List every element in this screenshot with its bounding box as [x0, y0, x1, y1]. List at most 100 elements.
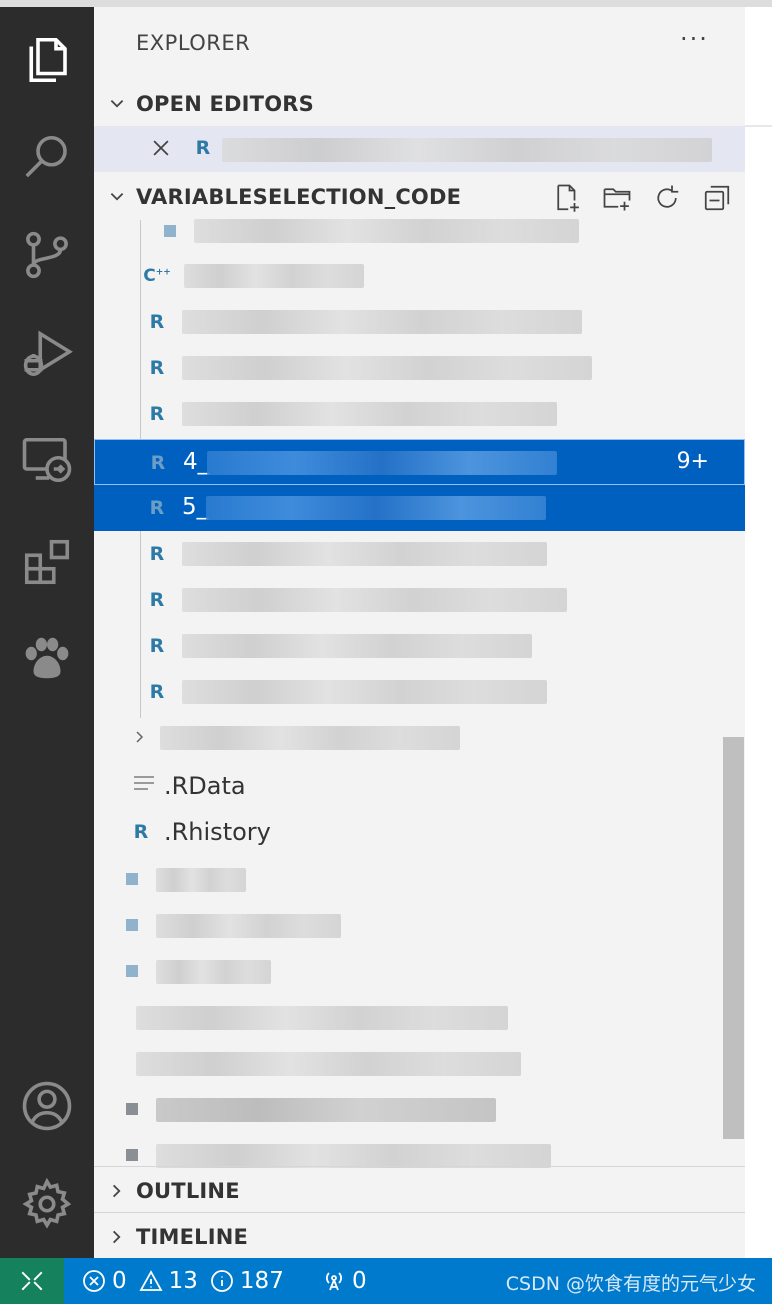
redacted-filename — [194, 219, 579, 243]
status-bar: 0 13 187 0 CSDN @饮食有度的元气少女 — [0, 1258, 772, 1304]
file-row[interactable] — [94, 903, 745, 949]
section-divider — [94, 1212, 745, 1213]
open-editor-item[interactable]: R — [94, 126, 745, 172]
redacted-filename — [182, 356, 592, 380]
redacted-filename — [156, 1144, 551, 1168]
file-icon — [164, 225, 176, 237]
r-file-icon: R — [149, 589, 165, 611]
project-toolbar — [549, 180, 735, 216]
redacted-filename — [182, 634, 532, 658]
explorer-sidebar: EXPLORER ··· OPEN EDITORS R VARIABLESELE… — [94, 7, 745, 1258]
file-row-rdata[interactable]: .RData — [94, 764, 745, 810]
file-row[interactable]: R — [94, 531, 745, 577]
activity-run-debug[interactable] — [0, 309, 94, 399]
more-actions-button[interactable]: ··· — [680, 25, 709, 53]
file-row[interactable] — [94, 1041, 745, 1087]
project-folder-label: VARIABLESELECTION_CODE — [136, 185, 462, 209]
file-icon — [126, 873, 138, 885]
file-row[interactable]: R — [94, 391, 745, 437]
activity-source-control[interactable] — [0, 210, 94, 300]
redacted-filename — [222, 138, 712, 162]
file-row[interactable] — [94, 212, 745, 246]
file-row[interactable] — [94, 1087, 745, 1133]
file-row[interactable]: C++ — [94, 253, 745, 299]
account-icon — [22, 1081, 72, 1131]
redacted-filename — [182, 588, 567, 612]
error-icon — [83, 1270, 105, 1292]
new-file-button[interactable] — [549, 180, 585, 216]
file-row[interactable]: R — [94, 577, 745, 623]
new-file-icon — [557, 184, 579, 212]
r-file-icon: R — [150, 452, 166, 474]
r-file-icon: R — [149, 543, 165, 565]
redacted-filename — [182, 310, 582, 334]
redacted-filename — [206, 496, 546, 520]
redacted-filename — [182, 680, 547, 704]
activity-paw[interactable] — [0, 613, 94, 703]
r-file-icon: R — [195, 137, 211, 159]
folder-row[interactable] — [94, 715, 745, 761]
chevron-down-icon — [110, 192, 124, 201]
refresh-button[interactable] — [649, 180, 685, 216]
section-divider — [94, 1166, 745, 1167]
file-row[interactable] — [94, 995, 745, 1041]
explorer-scrollbar-thumb[interactable] — [723, 737, 744, 1139]
info-icon — [211, 1270, 233, 1292]
explorer-title: EXPLORER — [136, 31, 251, 55]
file-row[interactable]: R — [94, 345, 745, 391]
chevron-right-icon — [136, 731, 144, 743]
new-folder-icon — [603, 188, 631, 211]
settings-gear-icon — [22, 1177, 72, 1229]
refresh-icon — [657, 185, 679, 208]
redacted-filename — [184, 264, 364, 288]
ports-status[interactable]: 0 — [322, 1258, 367, 1304]
redacted-filename — [207, 451, 557, 475]
file-row-rhistory[interactable]: R .Rhistory — [94, 810, 745, 856]
window-top-strip — [0, 0, 772, 7]
file-row[interactable]: R — [94, 669, 745, 715]
new-folder-button[interactable] — [599, 180, 635, 216]
source-control-icon — [26, 231, 68, 279]
files-icon — [29, 37, 67, 83]
timeline-header[interactable]: TIMELINE — [94, 1217, 745, 1257]
file-icon — [126, 1149, 138, 1161]
file-row[interactable] — [94, 949, 745, 995]
activity-settings[interactable] — [0, 1159, 94, 1249]
collapse-all-button[interactable] — [699, 180, 735, 216]
file-name-prefix: 4_ — [183, 449, 210, 475]
cpp-file-icon: C++ — [143, 266, 171, 286]
r-file-icon: R — [149, 497, 165, 519]
redacted-filename — [156, 1098, 496, 1122]
remote-indicator-button[interactable] — [0, 1258, 64, 1304]
redacted-foldername — [160, 726, 460, 750]
file-name: .RData — [164, 772, 246, 800]
activity-explorer[interactable] — [0, 15, 94, 105]
chevron-right-icon — [112, 1230, 121, 1244]
outline-header[interactable]: OUTLINE — [94, 1171, 745, 1211]
activity-account[interactable] — [0, 1061, 94, 1151]
activity-remote-explorer[interactable] — [0, 415, 94, 505]
problems-status[interactable]: 0 13 187 — [82, 1258, 284, 1304]
redacted-filename — [156, 914, 341, 938]
errors-count: 0 — [112, 1268, 127, 1294]
activity-extensions[interactable] — [0, 517, 94, 607]
redacted-filename — [136, 1052, 521, 1076]
timeline-label: TIMELINE — [136, 1225, 249, 1249]
paw-icon — [25, 637, 69, 679]
file-row-selected[interactable]: R 5_ — [94, 485, 745, 531]
extensions-icon — [24, 539, 70, 585]
file-row[interactable]: R — [94, 623, 745, 669]
activity-bar — [0, 7, 94, 1258]
file-row-selected[interactable]: R 4_ 9+ — [94, 439, 745, 485]
watermark: CSDN @饮食有度的元气少女 — [505, 1273, 756, 1295]
chevron-right-icon — [112, 1184, 121, 1198]
activity-search[interactable] — [0, 113, 94, 203]
close-icon[interactable] — [150, 137, 172, 159]
file-row[interactable]: R — [94, 299, 745, 345]
open-editors-header[interactable]: OPEN EDITORS — [94, 84, 745, 124]
file-row[interactable] — [94, 857, 745, 903]
file-icon — [126, 965, 138, 977]
file-name: .Rhistory — [164, 818, 271, 846]
open-editors-label: OPEN EDITORS — [136, 92, 314, 116]
run-debug-icon — [23, 330, 73, 377]
